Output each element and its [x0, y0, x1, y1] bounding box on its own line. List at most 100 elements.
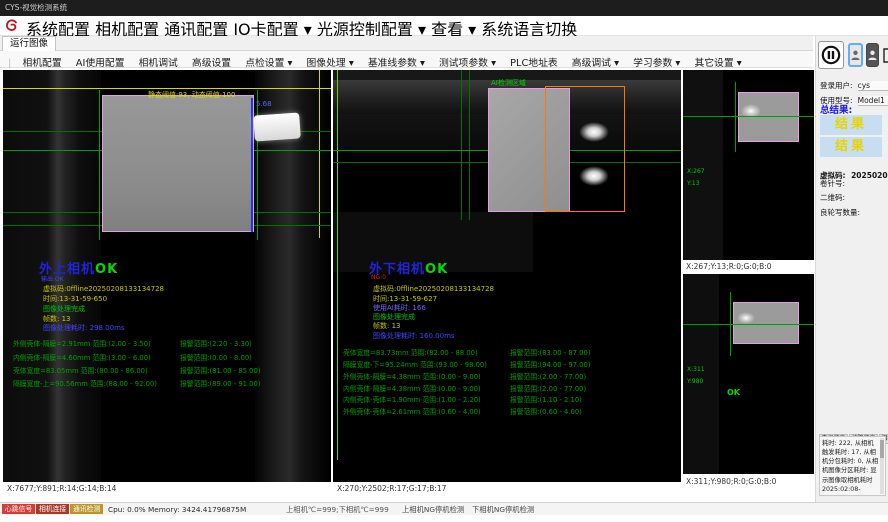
- time-line: 时间:13-31-59-650: [43, 294, 107, 304]
- measurement-value: 壳体宽度=83.05mm 范围:(80.00 - 86.00): [13, 367, 148, 375]
- measurement-value: 外侧壳体-隔膜=2.91mm 范围:(2.00 - 3.50): [13, 340, 151, 348]
- window-title: CYS-视觉检测系统: [5, 3, 67, 12]
- result-display-1: 结果: [820, 115, 882, 135]
- side-panel: 登录用户: cys 使用型号: Model1 总结果: 结果 结果 虚拟码: 2…: [815, 36, 888, 502]
- upper-camera-ng-stop-label: 上相机NG停机检测: [402, 505, 464, 515]
- alarm-range: 报警范围:(94.00 - 97.00): [510, 359, 590, 369]
- cpu-memory-readout: Cpu: 0.0% Memory: 3424.41796875M: [108, 505, 246, 514]
- pixel-coordinate-readout-small-bottom: X:311;Y:980;R:0;G:0;B:0: [686, 477, 776, 486]
- measurement-value: 内侧壳体-隔膜=4.60mm 范围:(3.00 - 6.00): [13, 354, 151, 362]
- pause-button[interactable]: [818, 41, 844, 69]
- reflection-glow: [737, 312, 755, 324]
- connector-tab: [253, 112, 301, 141]
- barcode-line: 虚拟码:0ffline20250208133134728: [43, 284, 164, 294]
- baseline: [683, 116, 814, 117]
- machine-strip: [683, 274, 719, 474]
- total-result-label: 总结果:: [820, 102, 852, 116]
- window-titlebar: CYS-视觉检测系统: [0, 0, 888, 16]
- measurement-row: 内侧壳体-隔膜=4.38mm 范围:(0.00 - 9.00) 报警范围:(2.…: [343, 383, 681, 393]
- measurement-value: 内侧壳体-壳体=1.90mm 范围:(1.00 - 2.20): [343, 396, 481, 404]
- battery-cell-region: [102, 95, 254, 232]
- event-log-text: 耗时: 222, 从相机触发耗时: 17, 从相机分包耗时: 0, 从相机图像分…: [822, 440, 878, 496]
- overlay-text-2: Y:13: [687, 180, 700, 187]
- pixel-coordinate-readout-middle: X:270;Y:2502;R:17;G:17;B:17: [337, 484, 446, 493]
- measurement-value: 隔膜宽度-下=95.24mm 范围:(93.00 - 98.00): [343, 361, 487, 369]
- measurement-value: 壳体宽度=83.73mm 范围:(82.00 - 88.00): [343, 349, 478, 357]
- alarm-range: 报警范围:(2.00 - 77.00): [510, 383, 586, 393]
- overlay-text-1: X:267: [687, 168, 705, 175]
- toolbar: | 相机配置 AI使用配置 相机调试 高级设置 点检设置 ▾ 图像处理 ▾ 基准…: [0, 51, 813, 68]
- result-display-2: 结果: [820, 137, 882, 157]
- guide-line-v2: [469, 70, 470, 220]
- log-scrollbar-thumb[interactable]: [880, 440, 884, 458]
- logout-button[interactable]: [882, 43, 888, 67]
- ai-region-label: AI检测区域: [491, 78, 526, 88]
- alarm-range: 报警范围:(81.00 - 85.00): [180, 365, 260, 375]
- frame-count-line: 帧数: 13: [373, 321, 401, 331]
- measurement-row: 外侧壳体-隔膜=4.38mm 范围:(0.00 - 9.00) 报警范围:(2.…: [343, 371, 681, 381]
- tab-strip: 运行图像: [0, 36, 813, 51]
- overlay-text-2: Y:980: [687, 378, 703, 385]
- measurement-row: 内侧壳体-隔膜=4.60mm 范围:(3.00 - 6.00) 报警范围:(0.…: [13, 352, 331, 362]
- camera-view-upper-outer[interactable]: 5.68 静态阈值:93, 动态阈值:100 外上相机OK 输出:OK 虚拟码:…: [3, 70, 331, 482]
- edge-line-left: [99, 90, 100, 240]
- overlay-text-1: X:311: [687, 366, 705, 373]
- alarm-range: 报警范围:(2.20 - 3.30): [180, 338, 252, 348]
- alarm-range: 报警范围:(1.10 - 2.10): [510, 394, 582, 404]
- elapsed-line: 图像处理耗时: 298.00ms: [43, 323, 125, 333]
- event-log-box[interactable]: 耗时: 222, 从相机触发耗时: 17, 从相机分包耗时: 0, 从相机图像分…: [819, 436, 886, 496]
- alarm-range: 报警范围:(0.60 - 4.00): [510, 406, 582, 416]
- edge-line: [735, 82, 736, 152]
- measurement-row: 壳体宽度=83.73mm 范围:(82.00 - 88.00) 报警范围:(83…: [343, 347, 681, 357]
- user-icon: [851, 50, 860, 61]
- measurement-row: 隔膜宽度-上=90.56mm 范围:(88.00 - 92.00) 报警范围:(…: [13, 378, 331, 388]
- measurement-row: 壳体宽度=83.05mm 范围:(80.00 - 86.00) 报警范围:(81…: [13, 365, 331, 375]
- threshold-overlay-label: 静态阈值:93, 动态阈值:100: [148, 90, 235, 100]
- alarm-range: 报警范围:(0.00 - 8.00): [180, 352, 252, 362]
- app-logo-icon: [4, 18, 20, 34]
- pause-icon: [821, 45, 841, 65]
- ng-subtext: NG:0: [371, 274, 386, 281]
- ai-detection-rect: [545, 86, 625, 212]
- tab-run-image[interactable]: 运行图像: [2, 36, 56, 51]
- elapsed-line: 图像处理耗时: 160.00ms: [373, 331, 455, 341]
- ok-overlay-badge: OK: [727, 388, 740, 397]
- heartbeat-status-chip: 心跳信号: [2, 504, 35, 514]
- reference-line-horizontal: [3, 88, 331, 89]
- admin-mode-button[interactable]: [866, 43, 879, 67]
- exit-door-icon: [883, 48, 888, 63]
- processing-done-line: 图像处理完成: [43, 304, 85, 314]
- camera-view-small-bottom[interactable]: X:311 Y:980 OK: [683, 274, 814, 474]
- pixel-coordinate-readout-small-top: X:267;Y:13;R:0;G:0;B:0: [686, 262, 772, 271]
- measurement-value: 隔膜宽度-上=90.56mm 范围:(88.00 - 92.00): [13, 380, 157, 388]
- user-dark-icon: [868, 50, 877, 61]
- comm-check-status-chip: 通讯检测: [70, 504, 103, 514]
- measurement-row: 外侧壳体-隔膜=2.91mm 范围:(2.00 - 3.50) 报警范围:(2.…: [13, 338, 331, 348]
- camera-temperature-readout: 上相机℃=999;下相机℃=999: [286, 505, 389, 515]
- application-window: CYS-视觉检测系统 系统配置 相机配置 通讯配置 IO卡配置 ▾ 光源控制配置…: [0, 0, 888, 522]
- pixel-coordinate-readout-left: X:7677;Y:891;R:14;G:14;B:14: [7, 484, 116, 493]
- result-ok-badge: OK: [95, 262, 118, 277]
- camera-view-small-top[interactable]: X:267 Y:13: [683, 70, 814, 260]
- lower-camera-ng-stop-label: 下相机NG停机检测: [472, 505, 534, 515]
- baseline: [683, 324, 814, 325]
- log-scrollbar[interactable]: [880, 438, 884, 494]
- barcode-line: 虚拟码:0ffline20250208133134728: [373, 284, 494, 294]
- operator-mode-button[interactable]: [848, 43, 863, 67]
- model-value[interactable]: Model1: [858, 96, 888, 106]
- good-reel-count-label: 良轮写数量:: [820, 207, 860, 218]
- reflection-glow-1: [579, 122, 609, 142]
- blue-marker-label: 5.68: [256, 100, 272, 108]
- pin-number-label: 卷针号:: [820, 178, 845, 189]
- measurement-value: 外侧壳体-壳体=2.61mm 范围:(0.60 - 4.00): [343, 408, 481, 416]
- virtual-code-value: 20250208: [851, 171, 888, 180]
- edge-line-far-left: [337, 70, 338, 460]
- edge-line: [730, 292, 731, 356]
- camera-view-lower-outer[interactable]: AI检测区域 外下相机OK NG:0 虚拟码:0ffline2025020813…: [333, 70, 681, 482]
- status-bar: 心跳信号 相机连接 通讯检测 Cpu: 0.0% Memory: 3424.41…: [0, 502, 888, 515]
- qr-code-label: 二维码:: [820, 192, 845, 203]
- measurement-row: 外侧壳体-壳体=2.61mm 范围:(0.60 - 4.00) 报警范围:(0.…: [343, 406, 681, 416]
- edge-line-right: [257, 90, 258, 240]
- alarm-range: 报警范围:(83.00 - 87.00): [510, 347, 590, 357]
- alarm-range: 报警范围:(2.00 - 77.00): [510, 371, 586, 381]
